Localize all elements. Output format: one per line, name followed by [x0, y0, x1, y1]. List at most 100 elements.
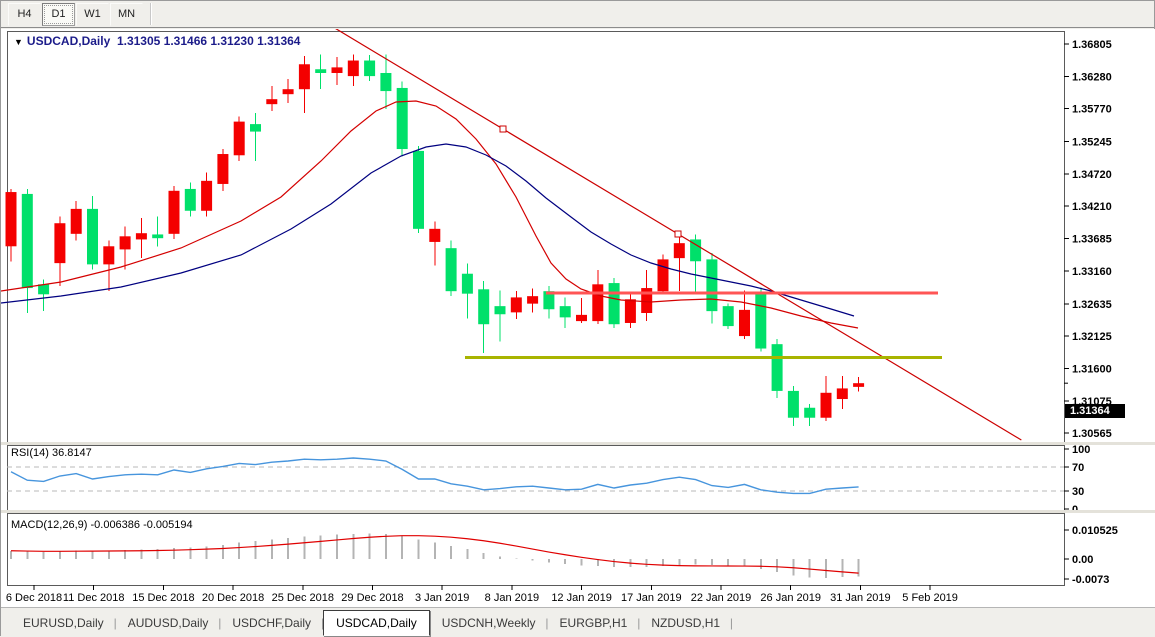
candle-body-up [234, 122, 245, 156]
timeframe-button-h4[interactable]: H4 [8, 3, 41, 26]
candle-body-up [299, 64, 310, 89]
date-tick-label: 3 Jan 2019 [415, 592, 469, 604]
timeframe-button-d1[interactable]: D1 [42, 3, 75, 26]
candle-body-up [511, 297, 522, 312]
candle-body-up [837, 388, 848, 399]
candle-body-down [413, 151, 424, 229]
rsi-axis: 10070300 [1064, 444, 1090, 516]
date-tick-label: 25 Dec 2018 [272, 592, 334, 604]
candle-body-up [136, 233, 147, 239]
trendline-anchor [500, 126, 506, 132]
candle-body-down [446, 248, 457, 291]
timeframe-toolbar: H4D1W1MN [1, 1, 1154, 28]
candle-body-down [723, 306, 734, 326]
candle-body-up [217, 154, 228, 184]
chart-title-symbol: USDCAD,Daily [27, 34, 110, 48]
date-tick-label: 15 Dec 2018 [132, 592, 194, 604]
candle-body-down [560, 306, 571, 317]
chart-tab-eurusd-daily[interactable]: EURUSD,Daily| [11, 612, 116, 634]
candle-body-down [152, 234, 163, 238]
candle-body-up [658, 259, 669, 291]
price-tick-label: 1.33685 [1072, 234, 1112, 246]
app-window: H4D1W1MN 1.368051.362801.357701.352451.3… [0, 0, 1155, 636]
candle-body-down [788, 391, 799, 418]
macd-indicator-label: MACD(12,26,9) -0.006386 -0.005194 [11, 519, 193, 531]
candle-body-up [592, 284, 603, 321]
candle-body-down [478, 289, 489, 324]
candle-body-down [315, 69, 326, 73]
price-tick-label: 1.34720 [1072, 169, 1112, 181]
price-tick-label: 1.34210 [1072, 201, 1112, 213]
candle-body-down [706, 259, 717, 311]
candle-body-down [804, 408, 815, 418]
pane-splitter-macd[interactable] [1, 510, 1155, 513]
price-axis: 1.368051.362801.357701.352451.347201.342… [1064, 39, 1112, 440]
candle-body-down [380, 73, 391, 91]
candle-body-up [348, 61, 359, 77]
candle-body-up [739, 310, 750, 336]
price-tick-label: 1.32125 [1072, 331, 1112, 343]
candle-body-up [6, 192, 17, 246]
chart-title: ▼ USDCAD,Daily 1.31305 1.31466 1.31230 1.… [14, 34, 300, 48]
macd-values: -0.006386 -0.005194 [90, 519, 192, 531]
price-tick-label: 1.31600 [1072, 363, 1112, 375]
pane-frames [8, 32, 1065, 586]
date-tick-label: 26 Jan 2019 [760, 592, 821, 604]
price-tick-label: 1.36805 [1072, 39, 1112, 51]
macd-tick-label: -0.0073 [1072, 574, 1109, 586]
candles [6, 54, 865, 426]
chart-tab-audusd-daily[interactable]: AUDUSD,Daily| [116, 612, 221, 634]
date-tick-label: 20 Dec 2018 [202, 592, 264, 604]
date-tick-label: 17 Jan 2019 [621, 592, 682, 604]
toolbar-separator [150, 3, 152, 25]
candle-body-up [853, 383, 864, 387]
chart-tab-usdcnh-weekly[interactable]: USDCNH,Weekly| [430, 612, 548, 634]
date-tick-label: 22 Jan 2019 [691, 592, 752, 604]
macd-tick-label: 0.00 [1072, 554, 1093, 566]
candle-body-up [266, 99, 277, 104]
candle-body-down [38, 284, 49, 294]
candle-body-up [527, 296, 538, 303]
date-tick-label: 12 Jan 2019 [551, 592, 612, 604]
candle-body-up [283, 89, 294, 94]
candle-body-down [495, 306, 506, 314]
macd-tick-label: 0.010525 [1072, 525, 1118, 537]
rsi-line [11, 458, 859, 493]
candle-body-down [364, 61, 375, 77]
candle-body-up [821, 393, 832, 418]
time-axis: 6 Dec 201811 Dec 2018 15 Dec 2018 20 Dec 2… [6, 585, 958, 604]
tab-separator: | [730, 616, 733, 630]
candle-body-up [576, 315, 587, 321]
pane-splitter-rsi[interactable] [1, 442, 1155, 445]
chart-tab-nzdusd-h1[interactable]: NZDUSD,H1| [639, 612, 732, 634]
date-tick-label: 29 Dec 2018 [341, 592, 403, 604]
timeframe-button-mn[interactable]: MN [110, 3, 143, 26]
price-tick-label: 1.33160 [1072, 266, 1112, 278]
chart-title-ohlc: 1.31305 1.31466 1.31230 1.31364 [117, 34, 301, 48]
candle-body-down [87, 209, 98, 264]
candle-body-up [674, 243, 685, 258]
candle-body-up [120, 236, 131, 249]
candle-body-up [169, 191, 180, 234]
chart-area: 1.368051.362801.357701.352451.347201.342… [1, 29, 1155, 607]
date-tick-label: 31 Jan 2019 [830, 592, 891, 604]
candle-body-down [609, 283, 620, 324]
rsi-pane [7, 458, 1064, 493]
symbol-dropdown-icon[interactable]: ▼ [14, 37, 23, 47]
chart-tab-usdcad-daily[interactable]: USDCAD,Daily [323, 610, 430, 636]
chart-tab-eurgbp-h1[interactable]: EURGBP,H1| [548, 612, 640, 634]
date-tick-label: 6 Dec 2018 [6, 592, 62, 604]
ma-slow-line [1, 144, 854, 316]
chart-tabs-bar: EURUSD,Daily|AUDUSD,Daily|USDCHF,Daily|U… [1, 607, 1155, 637]
chart-tab-usdchf-daily[interactable]: USDCHF,Daily| [220, 612, 323, 634]
candle-body-up [71, 209, 82, 234]
rsi-tick-label: 30 [1072, 486, 1084, 498]
price-tick-label: 1.30565 [1072, 428, 1112, 440]
timeframe-button-w1[interactable]: W1 [76, 3, 109, 26]
macd-pane [11, 534, 859, 578]
rsi-value: 36.8147 [52, 447, 92, 459]
date-tick-label: 11 Dec 2018 [63, 592, 125, 604]
rsi-tick-label: 70 [1072, 462, 1084, 474]
candle-body-up [429, 229, 440, 242]
rsi-indicator-label: RSI(14) 36.8147 [11, 447, 92, 459]
